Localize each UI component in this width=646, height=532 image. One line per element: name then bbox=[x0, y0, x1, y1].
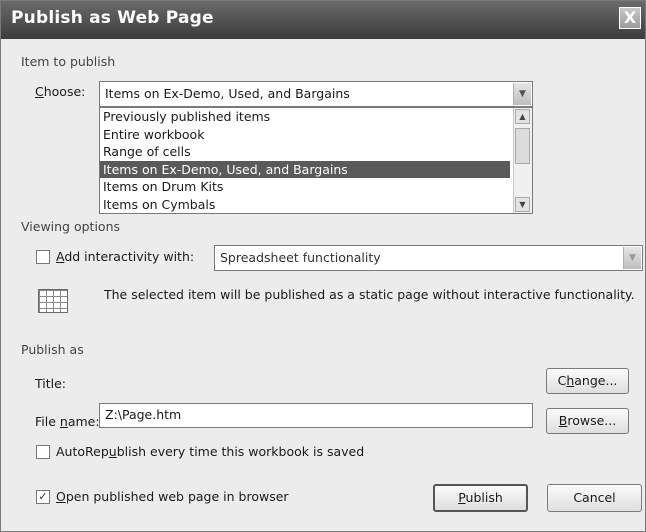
filename-value: Z:\Page.htm bbox=[105, 407, 182, 422]
open-in-browser-label: Open published web page in browser bbox=[56, 489, 289, 504]
autorepublish-accel: u bbox=[108, 444, 117, 459]
open-in-browser-checkbox[interactable]: ✓ bbox=[36, 490, 50, 504]
list-item[interactable]: Range of cells bbox=[100, 143, 510, 161]
autorepublish-pre: AutoRep bbox=[56, 444, 109, 459]
list-item[interactable]: Items on Cymbals bbox=[100, 196, 510, 213]
filename-input[interactable]: Z:\Page.htm bbox=[99, 403, 533, 428]
list-item[interactable]: Items on Drum Kits bbox=[100, 178, 510, 196]
publish-as-label: Publish as bbox=[21, 342, 84, 357]
item-to-publish-label: Item to publish bbox=[21, 54, 116, 69]
interactivity-value: Spreadsheet functionality bbox=[220, 250, 381, 265]
interactivity-checkbox[interactable] bbox=[36, 250, 50, 264]
filename-label: File name: bbox=[35, 414, 100, 429]
publish-button[interactable]: Publish bbox=[433, 484, 528, 512]
list-item[interactable]: Entire workbook bbox=[100, 126, 510, 144]
autorepublish-checkbox[interactable] bbox=[36, 445, 50, 459]
choose-label-accel: C bbox=[35, 84, 44, 99]
chevron-down-icon[interactable]: ▼ bbox=[623, 247, 641, 269]
list-item[interactable]: Previously published items bbox=[100, 108, 510, 126]
change-btn-rest: ange... bbox=[574, 373, 618, 388]
interactivity-label: Add interactivity with: bbox=[56, 249, 194, 264]
scroll-thumb[interactable] bbox=[515, 128, 530, 164]
list-scrollbar[interactable]: ▲ ▼ bbox=[513, 108, 532, 213]
viewing-options-label: Viewing options bbox=[21, 219, 121, 234]
publish-dialog: Publish as Web Page X Item to publish Ch… bbox=[0, 0, 646, 532]
change-title-button[interactable]: Change... bbox=[546, 368, 629, 394]
autorepublish-rest: blish every time this workbook is saved bbox=[116, 444, 365, 459]
title-bar[interactable]: Publish as Web Page X bbox=[1, 1, 645, 39]
open-in-browser-accel: O bbox=[56, 489, 66, 504]
interactivity-dropdown[interactable]: Spreadsheet functionality ▼ bbox=[214, 245, 643, 271]
spreadsheet-grid-icon bbox=[38, 289, 68, 313]
choose-dropdown[interactable]: Items on Ex-Demo, Used, and Bargains ▼ bbox=[99, 81, 533, 107]
filename-label-pre: File bbox=[35, 414, 60, 429]
chevron-down-icon[interactable]: ▼ bbox=[513, 83, 531, 105]
choose-label-text: hoose: bbox=[43, 84, 86, 99]
choose-label: Choose: bbox=[35, 84, 85, 99]
interactivity-label-text: dd interactivity with: bbox=[64, 249, 195, 264]
publish-btn-rest: ublish bbox=[465, 490, 503, 505]
title-label: Title: bbox=[35, 376, 66, 391]
viewing-description: The selected item will be published as a… bbox=[104, 287, 635, 302]
close-icon: X bbox=[623, 8, 637, 27]
filename-label-rest: ame: bbox=[67, 414, 100, 429]
choose-value: Items on Ex-Demo, Used, and Bargains bbox=[105, 86, 350, 101]
browse-btn-rest: rowse... bbox=[567, 413, 617, 428]
browse-button[interactable]: Browse... bbox=[546, 408, 629, 434]
open-in-browser-rest: pen published web page in browser bbox=[65, 489, 289, 504]
scroll-up-icon[interactable]: ▲ bbox=[515, 109, 530, 124]
cancel-button[interactable]: Cancel bbox=[547, 484, 642, 512]
item-list-items: Previously published items Entire workboo… bbox=[100, 108, 532, 213]
checkmark-icon: ✓ bbox=[38, 490, 48, 503]
dialog-title: Publish as Web Page bbox=[11, 8, 214, 28]
filename-label-accel: n bbox=[59, 414, 68, 429]
publish-btn-accel: P bbox=[458, 490, 466, 505]
scroll-down-icon[interactable]: ▼ bbox=[515, 197, 530, 212]
close-button[interactable]: X bbox=[619, 7, 641, 29]
autorepublish-label: AutoRepublish every time this workbook i… bbox=[56, 444, 364, 459]
item-list[interactable]: Previously published items Entire workboo… bbox=[99, 107, 533, 214]
list-item[interactable]: Items on Ex-Demo, Used, and Bargains bbox=[100, 160, 510, 179]
